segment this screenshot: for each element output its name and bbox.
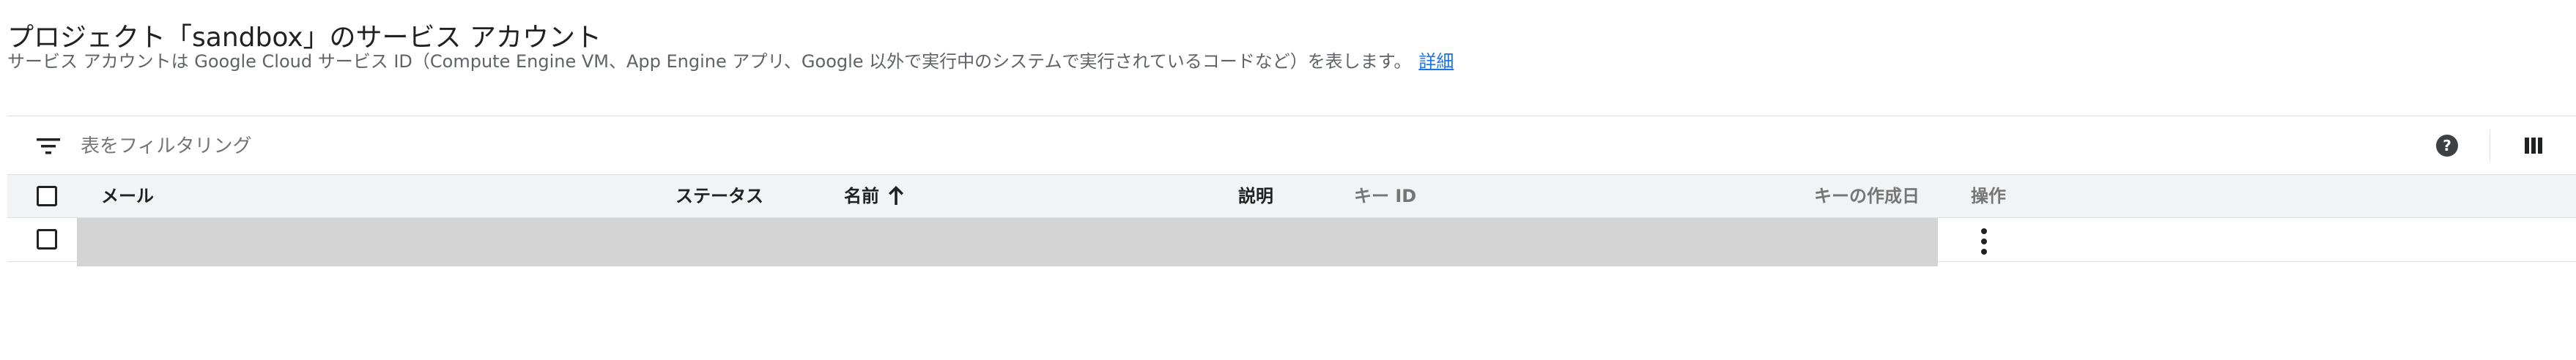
arrow-upward-icon	[889, 186, 903, 205]
filter-list-icon[interactable]	[37, 137, 60, 156]
column-header-actions: 操作	[1971, 186, 2006, 206]
select-all-checkbox[interactable]	[37, 186, 57, 206]
table-header-row: メール ステータス 名前 説明 キー ID キーの作成日 操作	[7, 174, 2576, 218]
svg-text:?: ?	[2443, 137, 2451, 154]
column-header-email[interactable]: メール	[101, 175, 154, 217]
redacted-row-content	[77, 218, 1938, 266]
more-vert-icon[interactable]	[1977, 227, 1991, 256]
view-column-icon[interactable]	[2520, 132, 2547, 159]
description-text: サービス アカウントは Google Cloud サービス ID（Compute…	[7, 51, 1412, 72]
table-filter-input[interactable]	[79, 131, 961, 162]
filter-bar: ?	[7, 116, 2576, 174]
column-header-description[interactable]: 説明	[1238, 175, 1273, 217]
table-row[interactable]	[7, 218, 2576, 266]
help-circle-icon[interactable]: ?	[2434, 132, 2460, 159]
service-accounts-table: ? メール ステータス 名前 説明 キー ID キーの作成日 操作	[7, 116, 2576, 266]
column-header-name-label: 名前	[844, 186, 879, 206]
column-header-status[interactable]: ステータス	[676, 175, 763, 217]
learn-more-link[interactable]: 詳細	[1418, 51, 1454, 72]
column-header-key-id[interactable]: キー ID	[1354, 175, 1416, 217]
column-header-key-created[interactable]: キーの作成日	[1814, 175, 1920, 217]
page-description: サービス アカウントは Google Cloud サービス ID（Compute…	[7, 48, 1454, 75]
column-header-name[interactable]: 名前	[844, 175, 906, 217]
row-select-checkbox[interactable]	[37, 229, 57, 250]
